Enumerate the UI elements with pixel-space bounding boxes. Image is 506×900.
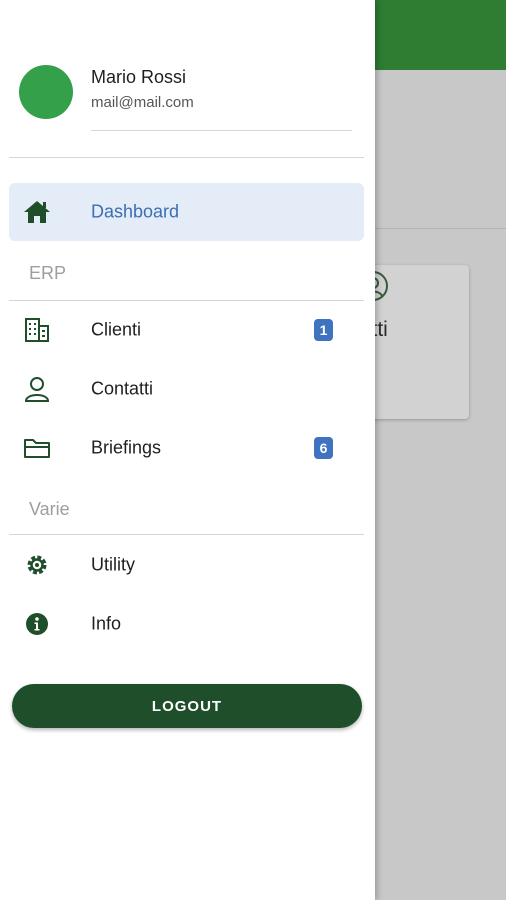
section-title-erp: ERP <box>29 263 67 283</box>
home-icon <box>22 197 52 227</box>
nav-item-label: Utility <box>91 554 135 575</box>
info-icon <box>22 609 52 639</box>
building-icon <box>22 315 52 345</box>
logout-button[interactable]: LOGOUT <box>12 684 362 728</box>
section-divider-varie <box>9 534 364 535</box>
folder-icon <box>22 433 52 463</box>
nav-item-dashboard[interactable]: Dashboard <box>9 183 364 241</box>
nav-item-label: Contatti <box>91 378 154 399</box>
header-divider <box>9 157 364 158</box>
nav-item-info[interactable]: Info <box>9 595 364 653</box>
nav-item-contatti[interactable]: Contatti <box>9 360 364 418</box>
navigation-drawer: Mario Rossi mail@mail.com Dashboard ERP … <box>0 0 375 900</box>
user-icon <box>22 374 52 404</box>
nav-item-label: Clienti <box>91 319 142 340</box>
count-badge: 1 <box>314 319 333 341</box>
user-name: Mario Rossi <box>91 67 187 87</box>
nav-item-briefings[interactable]: Briefings 6 <box>9 419 364 477</box>
gear-icon <box>22 550 52 580</box>
nav-item-label: Briefings <box>91 437 162 458</box>
user-email: mail@mail.com <box>91 94 194 111</box>
user-divider <box>91 130 352 131</box>
nav-item-clienti[interactable]: Clienti 1 <box>9 301 364 359</box>
section-title-varie: Varie <box>29 499 70 519</box>
count-badge: 6 <box>314 437 333 459</box>
nav-item-label: Info <box>91 613 122 634</box>
nav-item-label: Dashboard <box>91 201 180 222</box>
avatar[interactable] <box>19 65 73 119</box>
nav-item-utility[interactable]: Utility <box>9 536 364 594</box>
